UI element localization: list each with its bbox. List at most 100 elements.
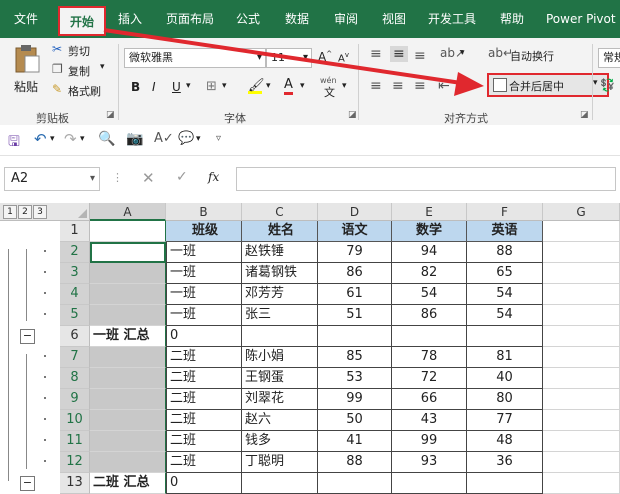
cell-A12[interactable] (90, 452, 166, 473)
cell-B6[interactable]: 0 (166, 326, 242, 347)
chevron-down-icon[interactable]: ▾ (186, 81, 191, 91)
cell-D6[interactable] (318, 326, 392, 347)
formula-input[interactable] (236, 167, 616, 191)
cell-D8[interactable]: 53 (318, 368, 392, 389)
cell-C9[interactable]: 刘翠花 (242, 389, 318, 410)
cell-C6[interactable] (242, 326, 318, 347)
row-header-7[interactable]: 7 (60, 347, 90, 368)
chevron-down-icon[interactable]: ▾ (100, 62, 105, 72)
cell-E11[interactable]: 99 (392, 431, 467, 452)
cell-A4[interactable] (90, 284, 166, 305)
font-name-combo[interactable]: 微软雅黑 ▾ (124, 48, 266, 68)
tab-5[interactable]: 数据 (285, 0, 309, 38)
cell-F10[interactable]: 77 (467, 410, 543, 431)
align-center-icon[interactable]: ≡ (392, 78, 404, 94)
customize-qat-icon[interactable]: ▿ (216, 133, 221, 144)
chevron-down-icon[interactable]: ▾ (593, 78, 598, 88)
fill-color-icon[interactable]: 🖌 (248, 78, 265, 94)
currency-format-icon[interactable]: 💱 (600, 78, 615, 92)
tab-3[interactable]: 页面布局 (166, 0, 214, 38)
cell-D4[interactable]: 61 (318, 284, 392, 305)
paste-button[interactable]: 粘贴 (8, 44, 46, 102)
column-header-C[interactable]: C (242, 203, 318, 221)
cell-D2[interactable]: 79 (318, 242, 392, 263)
cell-E8[interactable]: 72 (392, 368, 467, 389)
cell-D11[interactable]: 41 (318, 431, 392, 452)
chevron-down-icon[interactable]: ▾ (50, 134, 55, 144)
row-header-8[interactable]: 8 (60, 368, 90, 389)
cell-E6[interactable] (392, 326, 467, 347)
tab-10[interactable]: Power Pivot (546, 0, 616, 38)
align-top-icon[interactable]: ≡ (370, 46, 382, 62)
row-header-13[interactable]: 13 (60, 473, 90, 494)
cell-C7[interactable]: 陈小娟 (242, 347, 318, 368)
column-header-E[interactable]: E (392, 203, 467, 221)
cell-B13[interactable]: 0 (166, 473, 242, 494)
cell-D5[interactable]: 51 (318, 305, 392, 326)
cell-C13[interactable] (242, 473, 318, 494)
tab-6[interactable]: 审阅 (334, 0, 358, 38)
chevron-down-icon[interactable]: ▾ (300, 81, 305, 91)
cell-A8[interactable] (90, 368, 166, 389)
cell-E5[interactable]: 86 (392, 305, 467, 326)
cell-D12[interactable]: 88 (318, 452, 392, 473)
tab-0[interactable]: 文件 (14, 0, 38, 38)
spelling-icon[interactable]: A✓ (154, 131, 174, 146)
cell-B5[interactable]: 一班 (166, 305, 242, 326)
cell-C11[interactable]: 钱多 (242, 431, 318, 452)
column-header-A[interactable]: A (90, 203, 166, 221)
dialog-launcher-icon[interactable]: ◪ (348, 110, 357, 120)
cell-F12[interactable]: 36 (467, 452, 543, 473)
tab-8[interactable]: 开发工具 (428, 0, 476, 38)
cell-C3[interactable]: 诸葛钢铁 (242, 263, 318, 284)
increase-font-icon[interactable]: A^ (318, 50, 332, 64)
format-painter-button[interactable]: ✎ 格式刷 (52, 82, 112, 100)
cell-G5[interactable] (543, 305, 620, 326)
cell-C10[interactable]: 赵六 (242, 410, 318, 431)
tab-4[interactable]: 公式 (236, 0, 260, 38)
row-header-1[interactable]: 1 (60, 221, 90, 242)
cell-G2[interactable] (543, 242, 620, 263)
redo-icon[interactable]: ↷ (64, 130, 77, 148)
cell-C8[interactable]: 王钢蛋 (242, 368, 318, 389)
row-header-11[interactable]: 11 (60, 431, 90, 452)
cell-E2[interactable]: 94 (392, 242, 467, 263)
cell-F8[interactable]: 40 (467, 368, 543, 389)
cell-C12[interactable]: 丁聪明 (242, 452, 318, 473)
row-header-3[interactable]: 3 (60, 263, 90, 284)
cell-E4[interactable]: 54 (392, 284, 467, 305)
cell-D7[interactable]: 85 (318, 347, 392, 368)
cell-B1[interactable]: 班级 (166, 221, 242, 242)
cell-F4[interactable]: 54 (467, 284, 543, 305)
cell-G1[interactable] (543, 221, 620, 242)
row-header-2[interactable]: 2 (60, 242, 90, 263)
cell-B7[interactable]: 二班 (166, 347, 242, 368)
cell-E3[interactable]: 82 (392, 263, 467, 284)
cell-A13[interactable]: 二班 汇总 (90, 473, 166, 494)
chevron-down-icon[interactable]: ▾ (196, 134, 201, 144)
cell-B8[interactable]: 二班 (166, 368, 242, 389)
column-header-B[interactable]: B (166, 203, 242, 221)
number-format-combo[interactable]: 常规 (598, 48, 620, 68)
increase-indent-icon[interactable]: ⇥ (460, 78, 472, 94)
cell-A5[interactable] (90, 305, 166, 326)
chevron-down-icon[interactable]: ▾ (460, 48, 465, 58)
row-header-9[interactable]: 9 (60, 389, 90, 410)
cell-D13[interactable] (318, 473, 392, 494)
cell-B3[interactable]: 一班 (166, 263, 242, 284)
decrease-indent-icon[interactable]: ⇤ (438, 78, 450, 94)
cell-G13[interactable] (543, 473, 620, 494)
cell-A6[interactable]: 一班 汇总 (90, 326, 166, 347)
cell-D10[interactable]: 50 (318, 410, 392, 431)
cell-F9[interactable]: 80 (467, 389, 543, 410)
dialog-launcher-icon[interactable]: ◪ (106, 110, 115, 120)
enter-icon[interactable]: ✓ (176, 169, 188, 185)
cell-E9[interactable]: 66 (392, 389, 467, 410)
bold-button[interactable]: B (131, 80, 140, 94)
cell-D1[interactable]: 语文 (318, 221, 392, 242)
cell-F6[interactable] (467, 326, 543, 347)
row-header-12[interactable]: 12 (60, 452, 90, 473)
cell-G11[interactable] (543, 431, 620, 452)
underline-button[interactable]: U (172, 80, 181, 94)
cell-E7[interactable]: 78 (392, 347, 467, 368)
